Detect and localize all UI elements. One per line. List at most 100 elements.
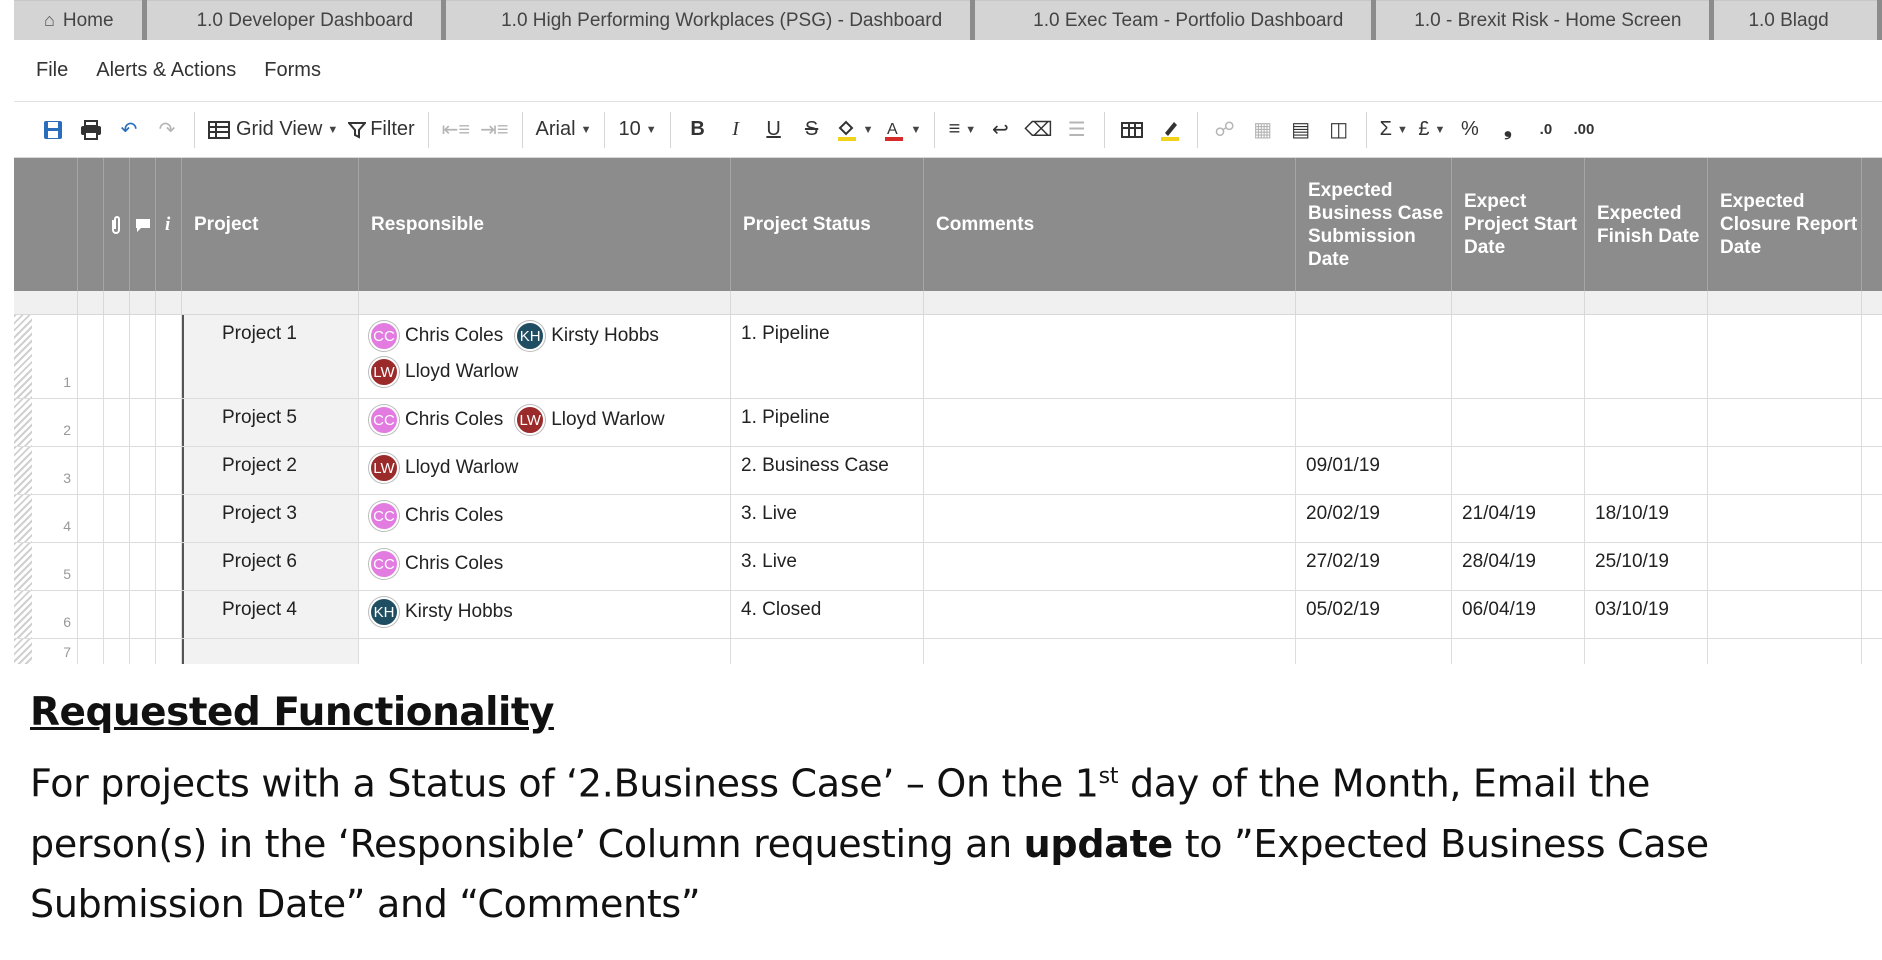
cell-responsible[interactable]: CC Chris Coles <box>359 495 731 542</box>
cell-comments[interactable] <box>924 543 1296 590</box>
eraser-icon[interactable]: ⌫ <box>1019 112 1057 148</box>
cell-responsible[interactable]: CC Chris Coles <box>359 543 731 590</box>
tab-brexit-risk[interactable]: 1.0 - Brexit Risk - Home Screen <box>1376 0 1710 40</box>
cell-project-status[interactable]: 3. Live <box>731 495 924 542</box>
table-row[interactable]: 2 Project 5 CC Chris Coles LW Lloyd Warlow 1. … <box>14 399 1882 447</box>
cell-comments[interactable] <box>924 399 1296 446</box>
cell-project[interactable]: Project 5 <box>182 399 359 446</box>
cell-closure-date[interactable] <box>1708 639 1862 664</box>
insert-column-icon[interactable]: ◫ <box>1320 112 1358 148</box>
underline-button[interactable]: U <box>755 112 793 148</box>
save-icon[interactable] <box>34 112 72 148</box>
tab-home[interactable]: ⌂ Home <box>14 0 142 40</box>
cell-project[interactable]: Project 6 <box>182 543 359 590</box>
contact-pill[interactable]: CC Chris Coles <box>369 405 503 435</box>
table-row[interactable]: 5 Project 6 CC Chris Coles 3. Live 27/02/19 28… <box>14 543 1882 591</box>
cell-project[interactable]: Project 3 <box>182 495 359 542</box>
cell-start-date[interactable] <box>1452 315 1585 398</box>
font-family-select[interactable]: Arial ▼ <box>531 112 597 148</box>
cell-business-case-date[interactable] <box>1296 639 1452 664</box>
cell-comments[interactable] <box>924 495 1296 542</box>
cell-closure-date[interactable] <box>1708 495 1862 542</box>
contact-pill[interactable]: KH Kirsty Hobbs <box>369 597 513 627</box>
cell-business-case-date[interactable]: 05/02/19 <box>1296 591 1452 638</box>
drag-handle[interactable] <box>14 591 32 638</box>
cell-comments[interactable] <box>924 315 1296 398</box>
cell-closure-date[interactable] <box>1708 399 1862 446</box>
currency-button[interactable]: £ ▼ <box>1413 112 1451 148</box>
cell-start-date[interactable] <box>1452 399 1585 446</box>
cell-closure-date[interactable] <box>1708 543 1862 590</box>
cell-business-case-date[interactable]: 27/02/19 <box>1296 543 1452 590</box>
menu-forms[interactable]: Forms <box>264 59 321 82</box>
column-header-project[interactable]: Project <box>182 158 359 291</box>
tab-exec-team-portfolio[interactable]: 1.0 Exec Team - Portfolio Dashboard <box>975 0 1372 40</box>
column-header-comments[interactable]: Comments <box>924 158 1296 291</box>
indent-icon[interactable]: ⇥≡ <box>475 112 513 148</box>
decrease-decimal-button[interactable]: .0 <box>1527 112 1565 148</box>
link-icon[interactable]: ☍ <box>1206 112 1244 148</box>
cell-closure-date[interactable] <box>1708 447 1862 494</box>
cell-project-status[interactable]: 2. Business Case <box>731 447 924 494</box>
column-header-business-case-date[interactable]: Expected Business Case Submission Date <box>1296 158 1452 291</box>
cell-project-status[interactable] <box>731 639 924 664</box>
cell-start-date[interactable]: 21/04/19 <box>1452 495 1585 542</box>
align-button[interactable]: ≡ ▼ <box>943 112 981 148</box>
cell-finish-date[interactable]: 03/10/19 <box>1585 591 1708 638</box>
cell-business-case-date[interactable] <box>1296 399 1452 446</box>
tab-blagd[interactable]: 1.0 Blagd <box>1714 0 1877 40</box>
cell-closure-date[interactable] <box>1708 591 1862 638</box>
contact-pill[interactable]: CC Chris Coles <box>369 549 503 579</box>
wrap-text-icon[interactable]: ↩ <box>981 112 1019 148</box>
cell-finish-date[interactable]: 18/10/19 <box>1585 495 1708 542</box>
cell-closure-date[interactable] <box>1708 315 1862 398</box>
italic-button[interactable]: I <box>717 112 755 148</box>
comma-button[interactable]: ❟ <box>1489 112 1527 148</box>
print-icon[interactable] <box>72 112 110 148</box>
redo-icon[interactable]: ↷ <box>148 112 186 148</box>
cell-start-date[interactable] <box>1452 639 1585 664</box>
table-row[interactable]: 7 <box>14 639 1882 664</box>
fill-color-button[interactable]: ▼ <box>831 112 879 148</box>
format-painter-icon[interactable]: ☰ <box>1058 112 1096 148</box>
drag-handle[interactable] <box>14 447 32 494</box>
cell-project[interactable] <box>182 639 359 664</box>
contact-pill[interactable]: LW Lloyd Warlow <box>369 357 518 387</box>
table-row[interactable]: 4 Project 3 CC Chris Coles 3. Live 20/02/19 21… <box>14 495 1882 543</box>
contact-pill[interactable]: KH Kirsty Hobbs <box>515 321 659 351</box>
cell-project-status[interactable]: 1. Pipeline <box>731 315 924 398</box>
drag-handle[interactable] <box>14 495 32 542</box>
cell-start-date[interactable] <box>1452 447 1585 494</box>
percent-button[interactable]: % <box>1451 112 1489 148</box>
image-icon[interactable]: ▦ <box>1244 112 1282 148</box>
column-header-project-status[interactable]: Project Status <box>731 158 924 291</box>
undo-icon[interactable]: ↶ <box>110 112 148 148</box>
table-row[interactable]: 3 Project 2 LW Lloyd Warlow 2. Business Case… <box>14 447 1882 495</box>
column-header-finish-date[interactable]: Expected Finish Date <box>1585 158 1708 291</box>
cell-comments[interactable] <box>924 447 1296 494</box>
cell-start-date[interactable]: 06/04/19 <box>1452 591 1585 638</box>
cell-project-status[interactable]: 4. Closed <box>731 591 924 638</box>
cell-business-case-date[interactable]: 09/01/19 <box>1296 447 1452 494</box>
outdent-icon[interactable]: ⇤≡ <box>437 112 475 148</box>
drag-handle[interactable] <box>14 543 32 590</box>
text-color-button[interactable]: A ▼ <box>878 112 926 148</box>
highlight-icon[interactable] <box>1151 112 1189 148</box>
cell-responsible[interactable]: LW Lloyd Warlow <box>359 447 731 494</box>
contact-pill[interactable]: LW Lloyd Warlow <box>515 405 665 435</box>
contact-pill[interactable]: CC Chris Coles <box>369 321 503 351</box>
font-size-select[interactable]: 10 ▼ <box>613 112 661 148</box>
cell-responsible[interactable] <box>359 639 731 664</box>
cell-finish-date[interactable] <box>1585 315 1708 398</box>
column-header-closure-date[interactable]: Expected Closure Report Date <box>1708 158 1862 291</box>
menu-alerts-actions[interactable]: Alerts & Actions <box>96 59 236 82</box>
cell-finish-date[interactable] <box>1585 399 1708 446</box>
bold-button[interactable]: B <box>679 112 717 148</box>
sum-button[interactable]: Σ ▼ <box>1375 112 1413 148</box>
cell-finish-date[interactable] <box>1585 447 1708 494</box>
cell-project[interactable]: Project 4 <box>182 591 359 638</box>
cell-start-date[interactable]: 28/04/19 <box>1452 543 1585 590</box>
tab-high-performing-workplaces[interactable]: 1.0 High Performing Workplaces (PSG) - D… <box>446 0 971 40</box>
cell-responsible[interactable]: KH Kirsty Hobbs <box>359 591 731 638</box>
grid-view-button[interactable]: Grid View ▼ <box>203 112 343 148</box>
